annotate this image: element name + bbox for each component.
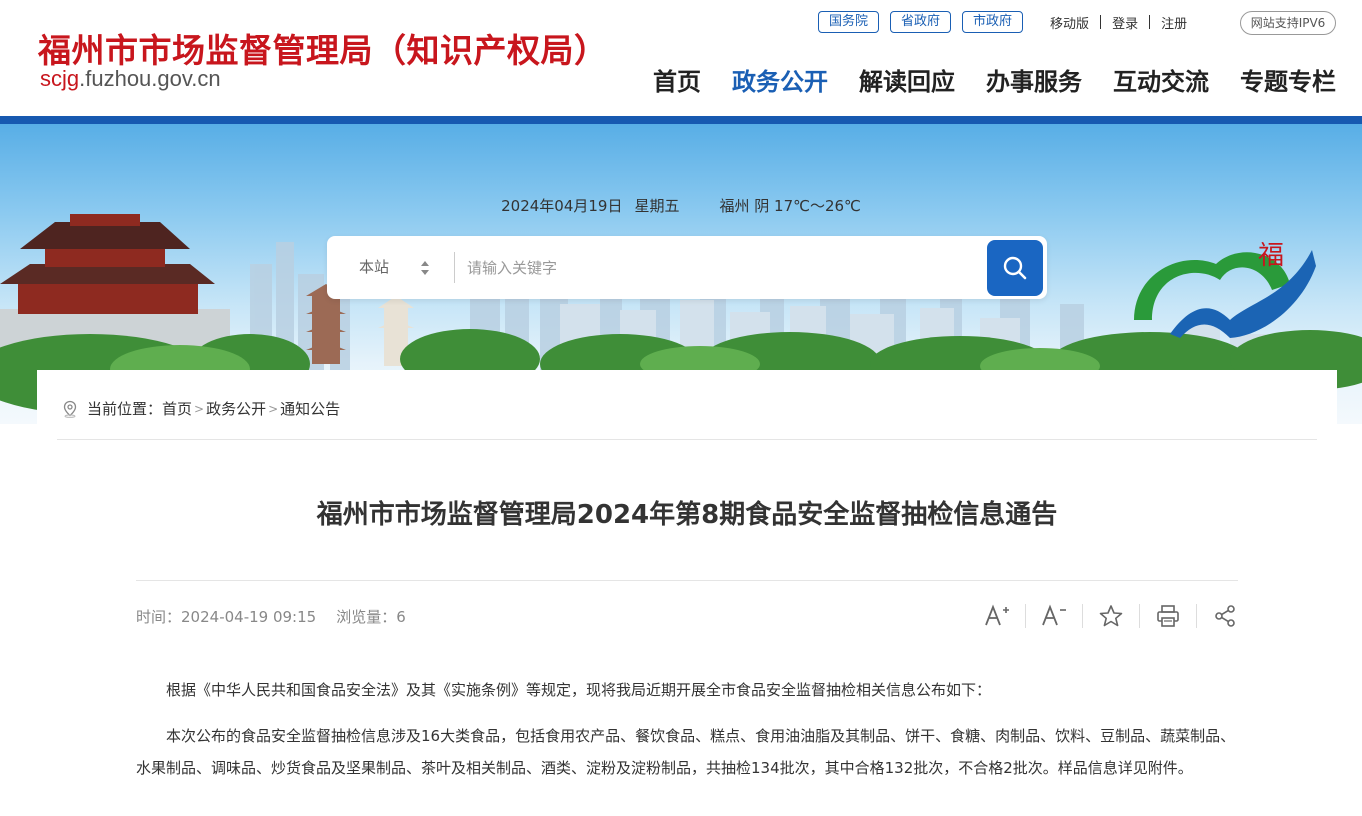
divider [1100,15,1102,29]
nav-interaction[interactable]: 互动交流 [1113,62,1209,97]
top-links: 国务院 省政府 市政府 移动版 登录 注册 [818,11,1187,33]
sort-arrows-icon[interactable] [420,260,430,276]
divider [1139,604,1140,628]
breadcrumb-home[interactable]: 首页 [162,398,192,419]
article-tools [981,600,1241,632]
login-link[interactable]: 登录 [1112,13,1138,32]
svg-text:福: 福 [1258,241,1284,271]
location-pin-icon [63,400,77,418]
link-province-gov[interactable]: 省政府 [890,11,952,33]
search-box: 本站 [327,236,1047,299]
divider [1149,15,1151,29]
article-body: 根据《中华人民共和国食品安全法》及其《实施条例》等规定，现将我局近期开展全市食品… [136,674,1238,798]
current-date: 2024年04月19日 [501,197,623,215]
site-domain-rest: .fuzhou.gov.cn [79,66,221,91]
search-input[interactable] [467,248,967,287]
weather: 福州 阴 17℃～26℃ [719,197,861,215]
breadcrumb-label: 当前位置： [87,400,163,418]
share-button[interactable] [1209,600,1241,632]
breadcrumb-notices[interactable]: 通知公告 [280,398,340,419]
mobile-version-link[interactable]: 移动版 [1050,13,1089,32]
search-icon [1003,256,1027,280]
font-increase-icon [985,604,1009,626]
breadcrumb-separator: > [194,401,205,416]
breadcrumb-separator: > [268,401,279,416]
link-city-gov[interactable]: 市政府 [962,11,1024,33]
search-scope-select[interactable]: 本站 [359,236,389,299]
publish-time: 2024-04-19 09:15 [181,608,317,626]
site-header: 福州市市场监督管理局（知识产权局） scjg.fuzhou.gov.cn 国务院… [0,0,1362,116]
nav-home[interactable]: 首页 [653,62,701,97]
divider [1196,604,1197,628]
breadcrumb: 当前位置： 首页 > 政务公开 > 通知公告 [61,398,340,419]
favorite-button[interactable] [1095,600,1127,632]
divider [454,252,455,283]
article-meta: 时间：2024-04-19 09:15 浏览量：6 [136,606,406,627]
article-title: 福州市市场监督管理局2024年第8期食品安全监督抽检信息通告 [316,500,1058,530]
ipv6-badge: 网站支持IPV6 [1240,11,1336,35]
publish-time-label: 时间： [136,608,182,626]
register-link[interactable]: 注册 [1161,13,1187,32]
font-decrease-icon [1042,604,1066,626]
print-icon [1157,605,1179,627]
article-paragraph: 本次公布的食品安全监督抽检信息涉及16大类食品，包括食用农产品、餐饮食品、糕点、… [136,727,1236,777]
site-logo-title[interactable]: 福州市市场监督管理局（知识产权局） [38,24,608,72]
article-card: 当前位置： 首页 > 政务公开 > 通知公告 福州市市场监督管理局2024年第8… [37,370,1337,816]
breadcrumb-gov-affairs[interactable]: 政务公开 [206,398,266,419]
header-blue-strip [0,116,1362,124]
current-weekday: 星期五 [634,197,680,215]
nav-interpretation[interactable]: 解读回应 [859,62,955,97]
nav-services[interactable]: 办事服务 [986,62,1082,97]
views-label: 浏览量： [336,608,397,626]
link-state-council[interactable]: 国务院 [818,11,880,33]
divider [1025,604,1026,628]
font-decrease-button[interactable] [1038,600,1070,632]
divider [136,580,1238,581]
font-increase-button[interactable] [981,600,1013,632]
site-domain: scjg.fuzhou.gov.cn [40,66,221,92]
divider [57,439,1317,440]
article-paragraph: 根据《中华人民共和国食品安全法》及其《实施条例》等规定，现将我局近期开展全市食品… [166,681,992,699]
nav-gov-affairs[interactable]: 政务公开 [732,62,828,97]
nav-topics[interactable]: 专题专栏 [1240,62,1336,97]
date-weather-line: 2024年04月19日 星期五 福州 阴 17℃～26℃ [0,195,1362,216]
views-count: 6 [396,608,406,626]
share-icon [1215,605,1235,627]
search-button[interactable] [987,240,1043,296]
print-button[interactable] [1152,600,1184,632]
main-nav: 首页 政务公开 解读回应 办事服务 互动交流 专题专栏 [622,62,1336,97]
divider [1082,604,1083,628]
star-icon [1099,605,1123,627]
site-domain-prefix: scjg [40,66,80,91]
